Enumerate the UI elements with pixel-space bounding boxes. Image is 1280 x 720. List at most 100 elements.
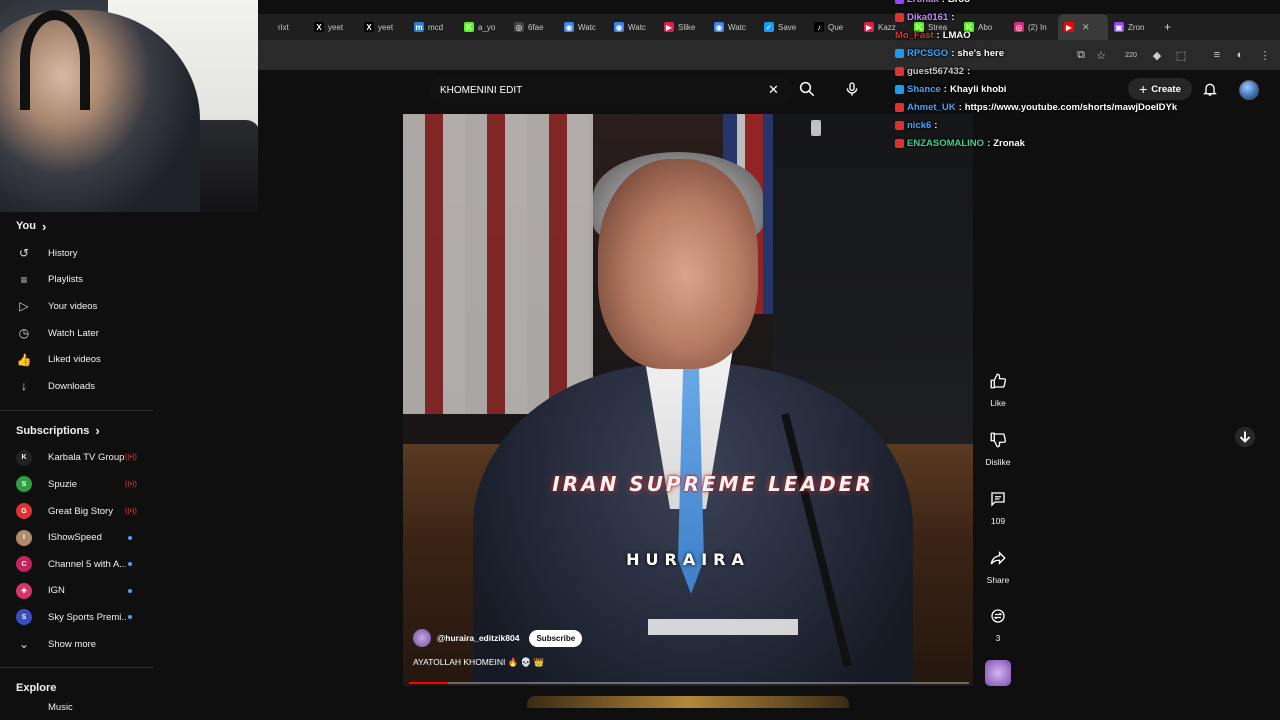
browser-tab[interactable]: ◉ Watc [558, 14, 608, 40]
remix-button[interactable]: 3 [984, 603, 1012, 643]
search-input[interactable]: KHOMENINI EDIT [430, 76, 792, 104]
tab-favicon-icon: m [414, 22, 424, 32]
sidebar-subscriptions-header[interactable]: Subscriptions › [0, 417, 153, 445]
subscription-item[interactable]: C Channel 5 with A... [0, 551, 153, 578]
reading-list-icon[interactable]: ≡ [1210, 48, 1224, 62]
sound-avatar[interactable] [985, 660, 1011, 686]
tab-label: Abo [978, 22, 993, 32]
sidebar-you-header[interactable]: You › [0, 212, 153, 240]
browser-tab[interactable]: Ka_yo [458, 14, 508, 40]
search-icon[interactable] [798, 80, 816, 98]
share-arrow-icon [985, 545, 1011, 571]
new-tab-button[interactable]: + [1164, 20, 1171, 34]
like-label: Like [990, 398, 1006, 408]
video-progress-bar[interactable] [409, 682, 969, 684]
microphone-icon[interactable] [844, 80, 860, 98]
browser-tab[interactable]: m mcd [408, 14, 458, 40]
dislike-button[interactable]: Dislike [984, 427, 1012, 467]
browser-tab[interactable]: ◉ Watc [708, 14, 758, 40]
tab-label: 6fae [528, 22, 544, 32]
chat-separator: : [942, 0, 945, 5]
subscription-item[interactable]: G Great Big Story ((•)) [0, 498, 153, 525]
dislike-label: Dislike [985, 457, 1011, 467]
bookmark-star-icon[interactable]: ☆ [1094, 48, 1108, 62]
comments-button[interactable]: 109 [984, 486, 1012, 526]
profile-icon[interactable]: ◐ [1233, 48, 1247, 62]
browser-tab[interactable]: Xyeet [358, 14, 408, 40]
install-app-icon[interactable]: ⧉ [1074, 48, 1088, 62]
sidebar-item-history[interactable]: ↺ History [0, 240, 153, 267]
chat-separator: : [934, 120, 938, 131]
chat-separator: : [958, 102, 962, 113]
share-button[interactable]: Share [984, 545, 1012, 585]
channel-avatar: ✚ [16, 582, 32, 599]
sidebar-item-downloads[interactable]: ↓ Downloads [0, 373, 153, 400]
create-button[interactable]: + Create [1128, 78, 1192, 100]
shield-icon[interactable]: ◆ [1150, 48, 1164, 62]
subscribe-button[interactable]: Subscribe [529, 629, 583, 647]
show-more-button[interactable]: ⌄ Show more [0, 631, 153, 658]
channel-avatar[interactable] [413, 629, 431, 647]
browser-tab[interactable]: ◎ 6fae [508, 14, 558, 40]
explore-label: Explore [16, 682, 57, 695]
sidebar-item-playlists[interactable]: ≡ Playlists [0, 267, 153, 294]
browser-tab[interactable]: ◎ (2) In [1008, 14, 1058, 40]
playlists-icon: ≡ [20, 272, 28, 287]
live-indicator-icon: ((•)) [125, 454, 137, 462]
browser-tab[interactable]: ◉ Watc [608, 14, 658, 40]
chat-separator: : [943, 84, 947, 95]
chat-separator: : [936, 30, 940, 41]
channel-handle[interactable]: @huraira_editzik804 [437, 633, 519, 643]
subscription-item[interactable]: S Sky Sports Premi... [0, 604, 153, 631]
tab-close-icon[interactable]: ✕ [1082, 22, 1090, 33]
shorts-video-player[interactable]: IRAN SUPREME LEADER HURAIRA @huraira_edi… [403, 114, 973, 686]
sidebar-item-liked-videos[interactable]: 👍 Liked videos [0, 346, 153, 373]
browser-tab[interactable]: ▣ Zron [1108, 14, 1158, 40]
chat-text: Zronak [993, 138, 1025, 149]
arrow-down-icon[interactable] [1234, 426, 1256, 448]
browser-tab[interactable]: ✓ Save [758, 14, 808, 40]
browser-menu-icon[interactable]: ⋮ [1258, 48, 1272, 62]
next-short-preview[interactable] [527, 696, 849, 708]
tab-favicon-icon: X [314, 22, 324, 32]
chat-message: nick6 : [895, 120, 940, 131]
tab-label: Watc [578, 22, 596, 32]
subscription-item[interactable]: I IShowSpeed [0, 524, 153, 551]
short-title[interactable]: AYATOLLAH KHOMEINI 🔥 💀 👑 [413, 657, 544, 668]
tab-label: Watc [628, 22, 646, 32]
notifications-bell-icon[interactable] [1202, 81, 1218, 97]
sidebar-item-watch-later[interactable]: ◷ Watch Later [0, 320, 153, 347]
browser-tab[interactable]: Xyeet [308, 14, 358, 40]
tab-label: rixt [278, 22, 289, 32]
channel-avatar: G [16, 503, 32, 520]
video-overlay-caption: IRAN SUPREME LEADER [552, 472, 874, 496]
sidebar-item-label: Your videos [48, 300, 98, 312]
browser-tab[interactable]: ♪ Que [808, 14, 858, 40]
tab-label: Watc [728, 22, 746, 32]
new-content-dot [128, 562, 132, 567]
sidebar-divider [0, 667, 153, 669]
browser-tab[interactable]: ▶ Slike [658, 14, 708, 40]
account-avatar[interactable] [1239, 80, 1259, 100]
sidebar-item-music[interactable]: Music [0, 702, 153, 716]
extensions-icon[interactable]: ⬚ [1174, 48, 1188, 62]
chevron-right-icon: › [41, 218, 47, 234]
sidebar-item-your-videos[interactable]: ▷ Your videos [0, 293, 153, 320]
like-button[interactable]: Like [984, 368, 1012, 408]
chat-badge-icon [895, 49, 904, 58]
subscription-item[interactable]: S Spuzie ((•)) [0, 471, 153, 498]
chat-username: nick6 [907, 120, 932, 131]
close-icon[interactable]: ✕ [768, 82, 779, 98]
subscription-item[interactable]: ✚ IGN [0, 578, 153, 605]
subscription-item[interactable]: K Karbala TV Group ((•)) [0, 445, 153, 472]
browser-tab[interactable]: ▶ ✕ [1058, 14, 1108, 40]
extension-badge-icon[interactable]: 220 [1124, 48, 1138, 62]
chat-text: Broo [948, 0, 970, 5]
video-background-curtain [403, 114, 593, 414]
subscription-name: Great Big Story [48, 505, 113, 517]
chat-badge-icon [895, 0, 904, 4]
browser-tab[interactable]: rixt [258, 14, 308, 40]
streamer-webcam [0, 0, 258, 212]
tab-favicon-icon: ▶ [1064, 22, 1074, 32]
liked-videos-icon: 👍 [16, 352, 32, 367]
